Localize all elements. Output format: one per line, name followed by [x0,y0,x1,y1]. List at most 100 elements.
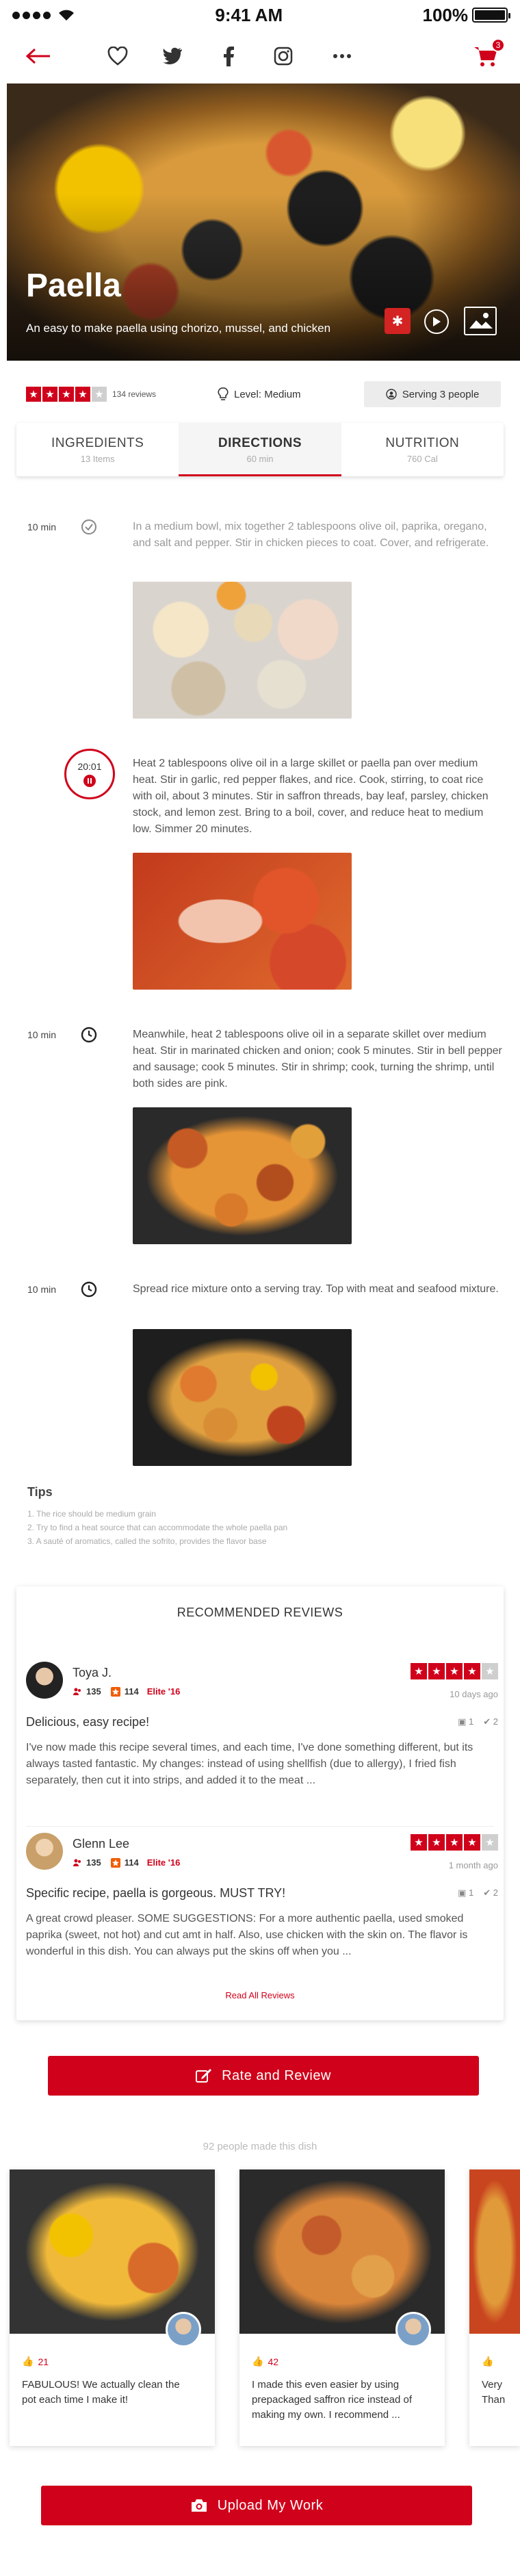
avatar[interactable] [166,2312,201,2347]
star-icon: ★ [428,1834,445,1851]
facebook-icon[interactable] [215,42,242,70]
avatar[interactable] [26,1833,63,1870]
review-date: 10 days ago [450,1689,498,1699]
clock-icon[interactable] [81,1027,97,1043]
step-duration: 10 min [27,521,57,532]
serving-size-button[interactable]: Serving 3 people [364,381,501,407]
cart-icon[interactable]: 3 [472,38,505,70]
instagram-icon[interactable] [270,42,297,70]
user-post-image [10,2169,215,2334]
user-post-card[interactable]: 👍 42 I made this even easier by using pre… [239,2169,445,2446]
edit-icon [196,2069,212,2083]
star-icon: ★ [59,387,74,402]
review-count[interactable]: 134 reviews [112,389,156,399]
rating-row: ★ ★ ★ ★ ★ 134 reviews Level: Medium Serv… [26,381,501,408]
user-post-text: Very Than [482,2379,506,2406]
review-headline: Delicious, easy recipe! [26,1715,150,1729]
friends-icon [73,1859,81,1866]
thumbs-up-icon: 👍 [252,2356,264,2367]
star-icon: ★ [411,1663,427,1679]
friends-icon [73,1688,81,1695]
clock-icon[interactable] [81,1281,97,1298]
gallery-icon[interactable] [464,307,497,335]
like-count[interactable]: 👍 [482,2356,493,2367]
tips-list: 1. The rice should be medium grain 2. Tr… [27,1507,438,1548]
star-icon: ★ [446,1663,463,1679]
lightbulb-icon [218,387,229,400]
step-instruction: Spread rice mixture onto a serving tray.… [133,1283,499,1295]
review-body: I've now made this recipe several times,… [26,1742,473,1786]
avatar[interactable] [395,2312,431,2347]
tips-heading: Tips [27,1485,53,1499]
recipe-rating-stars: ★ ★ ★ ★ ★ [26,387,107,402]
star-icon: ★ [482,1834,498,1851]
star-icon: ★ [428,1663,445,1679]
heart-icon[interactable] [104,42,131,70]
camera-icon: ▣ [458,1888,467,1898]
check-circle-icon[interactable] [81,519,97,535]
thumbs-up-icon: 👍 [482,2356,494,2367]
step-image [133,582,352,719]
recommended-reviews-card: RECOMMENDED REVIEWS Toya J. 135 114 Elit… [16,1586,504,2020]
divider [26,1826,494,1827]
reviewer-stats: 135 114 Elite '16 [73,1857,180,1868]
star-icon: ★ [92,387,107,402]
star-icon: ★ [464,1834,480,1851]
like-count[interactable]: 👍 42 [252,2356,278,2367]
cart-count-badge: 3 [491,38,505,52]
check-icon: ✔ [483,1888,491,1898]
reviewer-name[interactable]: Toya J. [73,1666,112,1680]
star-icon: ★ [75,387,90,402]
back-arrow-icon[interactable] [25,42,52,70]
step-instruction: Heat 2 tablespoons olive oil in a large … [133,758,489,835]
camera-icon [191,2499,207,2512]
review-rating-stars: ★ ★ ★ ★ ★ [411,1834,498,1851]
upload-my-work-button[interactable]: Upload My Work [41,2486,472,2525]
star-icon: ★ [446,1834,463,1851]
rate-and-review-button[interactable]: Rate and Review [48,2056,479,2096]
difficulty-level: Level: Medium [218,387,301,401]
user-post-text: I made this even easier by using prepack… [252,2379,413,2421]
user-icon [386,389,397,400]
review-star-icon [110,1857,120,1868]
review-body: A great crowd pleaser. SOME SUGGESTIONS:… [26,1913,468,1957]
step-image [133,853,352,990]
user-post-image [239,2169,445,2334]
user-post-card[interactable]: 👍 Very Than [469,2169,520,2446]
like-count[interactable]: 👍 21 [22,2356,49,2367]
camera-icon: ▣ [458,1716,467,1727]
hero-image: Paella An easy to make paella using chor… [7,83,520,361]
more-icon[interactable] [328,42,356,70]
star-icon: ★ [482,1663,498,1679]
signal-icon [12,9,75,21]
review-counts: ▣ 1 ✔ 2 [458,1888,498,1898]
user-post-text: FABULOUS! We actually clean the pot each… [22,2379,180,2406]
review-date: 1 month ago [448,1860,498,1870]
pause-icon[interactable] [83,775,96,787]
tab-directions[interactable]: DIRECTIONS 60 min [179,423,341,476]
tab-nutrition[interactable]: NUTRITION 760 Cal [341,423,504,476]
battery-percent: 100% [422,4,468,25]
step-timer[interactable]: 20:01 [64,749,115,799]
step-image [133,1107,352,1244]
recipe-tabs: INGREDIENTS 13 Items DIRECTIONS 60 min N… [16,423,504,476]
star-icon: ★ [411,1834,427,1851]
tab-ingredients[interactable]: INGREDIENTS 13 Items [16,423,179,476]
tip-item: 3. A sauté of aromatics, called the sofr… [27,1536,267,1546]
star-icon: ★ [26,387,41,402]
step-duration: 10 min [27,1284,57,1295]
battery-icon [471,8,510,23]
play-video-icon[interactable] [424,309,449,334]
status-bar: 9:41 AM 100% [0,0,520,30]
twitter-icon[interactable] [159,42,186,70]
review-star-icon [110,1686,120,1697]
avatar[interactable] [26,1662,63,1699]
user-post-card[interactable]: 👍 21 FABULOUS! We actually clean the pot … [10,2169,215,2446]
step-instruction: In a medium bowl, mix together 2 tablesp… [133,521,489,549]
recipe-subtitle: An easy to make paella using chorizo, mu… [26,322,331,335]
reviewer-name[interactable]: Glenn Lee [73,1837,129,1851]
read-all-reviews-link[interactable]: Read All Reviews [16,1990,504,2000]
star-icon: ★ [42,387,57,402]
check-icon: ✔ [483,1716,491,1727]
yelp-logo-icon[interactable]: ✱ [385,308,411,334]
